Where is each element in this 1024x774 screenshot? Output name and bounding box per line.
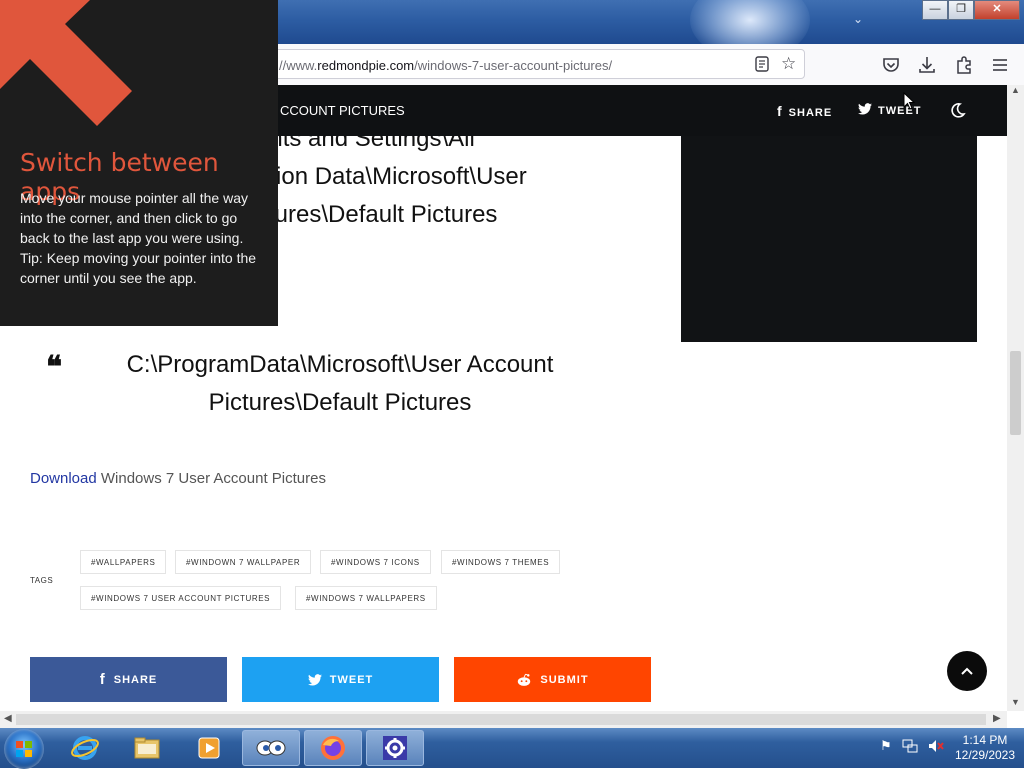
path-text: ents and Settings\All ation Data\Microso… [256,136,527,228]
reader-view-icon[interactable] [755,56,769,72]
url-path: /windows-7-user-account-pictures/ [414,58,613,73]
tag-windows-7-themes[interactable]: #WINDOWS 7 THEMES [441,550,561,574]
media-player-icon [198,737,220,759]
facebook-share-button[interactable]: f SHARE [30,657,227,702]
start-button[interactable] [4,729,44,769]
reddit-icon [518,673,531,686]
action-center-flag-icon[interactable]: ⚑ [880,738,892,754]
settings-app-taskbar-button[interactable] [366,730,424,766]
url-text[interactable]: //www.redmondpie.com/windows-7-user-acco… [279,58,612,73]
close-button[interactable]: ✕ [974,0,1020,20]
taskbar: ⚑ 1:14 PM 12/29/2023 [0,728,1024,769]
tag-windows-7-icons[interactable]: #WINDOWS 7 ICONS [320,550,431,574]
chevron-down-icon[interactable]: ⌄ [848,12,868,32]
tags-label: TAGS [30,576,54,585]
taskbar-clock[interactable]: 1:14 PM 12/29/2023 [948,733,1022,763]
share-label: SHARE [113,673,158,686]
pocket-icon[interactable] [880,54,902,76]
volume-muted-icon[interactable] [928,738,944,754]
internet-explorer-icon [71,736,99,760]
dark-mode-icon[interactable] [948,101,966,119]
download-line: Download Windows 7 User Account Pictures [30,470,326,487]
vertical-scrollbar[interactable]: ▲ ▼ [1007,85,1024,711]
windows-logo-icon [16,741,32,757]
menu-icon[interactable] [989,54,1011,76]
internet-explorer-taskbar-button[interactable] [56,730,114,766]
horizontal-scrollbar[interactable]: ◀ ▶ [0,711,1007,728]
download-link[interactable]: Download [30,470,97,487]
scroll-right-arrow-icon[interactable]: ▶ [993,713,1001,724]
folder-icon [134,737,160,759]
chevron-up-icon [961,667,973,675]
clock-time: 1:14 PM [962,733,1008,747]
gear-icon [383,736,407,760]
scroll-down-arrow-icon[interactable]: ▼ [1011,697,1020,707]
firefox-icon [321,736,345,760]
horizontal-scroll-thumb[interactable] [16,714,986,725]
clock-date: 12/29/2023 [954,748,1016,762]
bookmark-star-icon[interactable]: ☆ [781,54,796,74]
download-icon[interactable] [916,54,938,76]
restore-button[interactable]: ❐ [948,0,974,20]
quote-icon: ❝ [46,351,63,384]
header-title[interactable]: CCOUNT PICTURES [280,103,405,118]
eyes-icon [256,740,286,756]
download-text: Windows 7 User Account Pictures [96,470,326,487]
tip-body-line2: Tip: Keep moving your pointer into the c… [20,250,257,286]
url-bar[interactable]: //www.redmondpie.com/windows-7-user-acco… [260,49,805,79]
system-tray: ⚑ [880,738,944,754]
tip-body: Move your mouse pointer all the way into… [20,188,265,288]
scroll-to-top-button[interactable] [947,651,987,691]
submit-label: SUBMIT [540,673,589,686]
header-share-button[interactable]: f SHARE [777,103,832,119]
eyes-app-taskbar-button[interactable] [242,730,300,766]
header-share-label: SHARE [788,107,833,119]
tip-body-line1: Move your mouse pointer all the way into… [20,190,248,246]
media-player-taskbar-button[interactable] [180,730,238,766]
tag-windows-7-wallpapers[interactable]: #WINDOWS 7 WALLPAPERS [295,586,437,610]
tag-wallpapers[interactable]: #WALLPAPERS [80,550,167,574]
twitter-tweet-button[interactable]: TWEET [242,657,439,702]
scroll-left-arrow-icon[interactable]: ◀ [4,713,12,724]
facebook-icon: f [99,671,106,688]
network-icon[interactable] [902,738,918,754]
twitter-icon [307,673,322,686]
firefox-taskbar-button[interactable] [304,730,362,766]
url-prefix: //www. [279,58,318,73]
file-explorer-taskbar-button[interactable] [118,730,176,766]
tag-windows-7-user-account-pictures[interactable]: #WINDOWS 7 USER ACCOUNT PICTURES [80,586,282,610]
minimize-button[interactable]: — [922,0,948,20]
mouse-cursor-icon [903,92,915,110]
corner-arrow-icon [0,0,132,126]
switch-apps-tip: Switch between apps Move your mouse poin… [0,0,278,326]
window-controls: — ❐ ✕ [922,0,1020,20]
vertical-scroll-thumb[interactable] [1010,351,1021,435]
tag-windown-7-wallpaper[interactable]: #WINDOWN 7 WALLPAPER [175,550,312,574]
ad-placeholder [681,136,977,342]
scroll-up-arrow-icon[interactable]: ▲ [1011,85,1020,95]
reddit-submit-button[interactable]: SUBMIT [454,657,651,702]
url-host: redmondpie.com [317,58,415,73]
facebook-icon: f [777,103,783,119]
twitter-icon [858,103,872,115]
extensions-icon[interactable] [953,54,975,76]
quote-text: C:\ProgramData\Microsoft\User Account Pi… [126,351,554,416]
tweet-label: TWEET [329,673,374,686]
